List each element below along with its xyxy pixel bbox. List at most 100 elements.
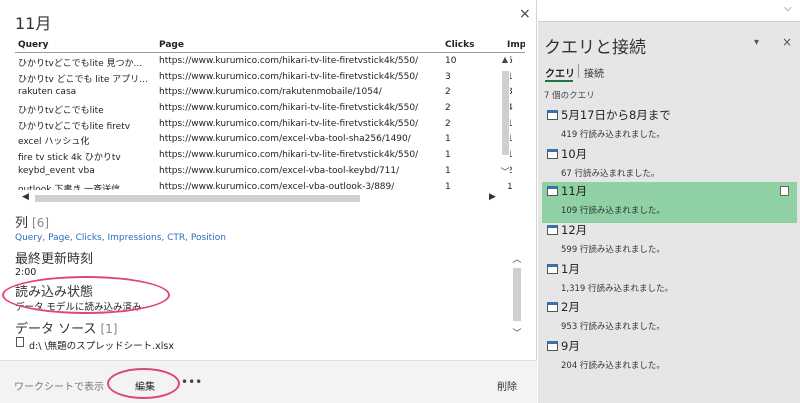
table-row: ひかりtvどこでもlite https://www.kurumico.com/hi…	[15, 101, 515, 117]
columns-section-heading: 列 [6]	[15, 212, 49, 231]
query-item[interactable]: 10月 67 行読み込まれました。	[542, 145, 797, 186]
table-row: outlook 下書き 一斉送信 https://www.kurumico.com…	[15, 180, 515, 191]
file-icon	[16, 337, 24, 347]
table-row: rakuten casa https://www.kurumico.com/rak…	[15, 85, 515, 101]
scroll-up-icon[interactable]: ︿	[511, 252, 523, 265]
column-header-page: Page	[159, 40, 184, 50]
query-name: 5月17日から8月まで	[561, 108, 671, 122]
ribbon-edge: ⌵	[538, 0, 800, 22]
cell-clicks: 1	[445, 181, 451, 191]
cell-query: keybd_event vba	[18, 165, 95, 176]
details-scrollbar[interactable]: ︿ ﹀	[511, 252, 523, 340]
last-refresh-label: 最終更新時刻	[15, 252, 94, 267]
query-rows-loaded: 419 行読み込まれました。	[561, 130, 665, 140]
cell-page: https://www.kurumico.com/hikari-tv-lite-…	[159, 71, 419, 82]
grid-vertical-scrollbar[interactable]: ▲ ﹀	[500, 55, 510, 183]
close-icon[interactable]: ×	[519, 6, 531, 22]
query-item[interactable]: 2月 953 行読み込まれました。	[542, 298, 797, 339]
query-name: 1月	[561, 262, 580, 276]
query-name: 12月	[561, 223, 588, 237]
edit-query-icon[interactable]	[780, 186, 789, 196]
cell-query: fire tv stick 4k ひかりtv	[18, 153, 121, 164]
last-refresh-value: 2:00	[15, 267, 37, 278]
cell-clicks: 10	[445, 56, 457, 66]
query-name: 10月	[561, 147, 588, 161]
cell-query: ひかりtvどこでもlite 見つか...	[18, 59, 143, 69]
grid-horizontal-scrollbar[interactable]: ◀ ▶	[15, 192, 525, 204]
queries-connections-pane: ⌵ クエリと接続 ▾ × クエリ 接続 7 個のクエリ 5月17日から8月まで …	[538, 0, 800, 403]
scroll-left-icon[interactable]: ◀	[22, 192, 29, 202]
cell-page: https://www.kurumico.com/hikari-tv-lite-…	[159, 150, 419, 161]
cell-query: ひかりtvどこでもlite firetv	[18, 121, 131, 132]
cell-page: https://www.kurumico.com/excel-vba-tool-…	[159, 134, 411, 145]
grid-header: Query Page Clicks Imp	[15, 37, 525, 53]
column-header-query: Query	[18, 40, 49, 50]
query-rows-loaded: 204 行読み込まれました。	[561, 361, 665, 371]
query-count: 7 個のクエリ	[544, 91, 595, 101]
scroll-right-icon[interactable]: ▶	[489, 192, 496, 202]
query-item-selected[interactable]: 11月 109 行読み込まれました。	[542, 182, 797, 223]
data-source-file: d:\ \無題のスプレッドシート.xlsx	[29, 341, 175, 350]
table-icon	[547, 149, 558, 159]
cell-clicks: 1	[445, 165, 451, 176]
table-icon	[547, 110, 558, 120]
query-item[interactable]: 9月 204 行読み込まれました。	[542, 337, 797, 378]
query-name: 11月	[561, 184, 588, 198]
column-names-link[interactable]: Query, Page, Clicks, Impressions, CTR, P…	[15, 233, 226, 243]
pane-options-icon[interactable]: ▾	[754, 37, 759, 48]
query-rows-loaded: 953 行読み込まれました。	[561, 322, 665, 332]
table-row: excel ハッシュ化 https://www.kurumico.com/exce…	[15, 132, 515, 148]
data-source-count: [1]	[100, 322, 118, 336]
query-item[interactable]: 12月 599 行読み込まれました。	[542, 221, 797, 262]
data-source-label: データ ソース	[15, 322, 97, 337]
query-item[interactable]: 5月17日から8月まで 419 行読み込まれました。	[542, 106, 797, 147]
table-icon	[547, 302, 558, 312]
preview-footer: ワークシートで表示 編集 ••• 削除	[0, 360, 537, 403]
cell-query: ひかりtvどこでもlite	[18, 106, 104, 117]
columns-count: [6]	[32, 216, 50, 230]
highlight-ring-edit	[107, 368, 180, 399]
scroll-thumb[interactable]	[513, 268, 521, 321]
query-item[interactable]: 1月 1,319 行読み込まれました。	[542, 260, 797, 301]
delete-button[interactable]: 削除	[497, 378, 517, 393]
table-icon	[547, 225, 558, 235]
query-rows-loaded: 1,319 行読み込まれました。	[561, 284, 674, 294]
tab-connections[interactable]: 接続	[584, 65, 604, 80]
pane-close-icon[interactable]: ×	[782, 35, 792, 49]
cell-page: https://www.kurumico.com/hikari-tv-lite-…	[159, 56, 419, 66]
query-preview-card: 11月 × Query Page Clicks Imp ひかりtvどこでもlit…	[0, 0, 537, 403]
highlight-ring-load-status	[2, 276, 170, 314]
query-name: 9月	[561, 339, 580, 353]
scroll-thumb[interactable]	[502, 71, 509, 155]
scroll-down-icon[interactable]: ﹀	[511, 326, 523, 339]
cell-query: excel ハッシュ化	[18, 137, 90, 148]
column-header-clicks: Clicks	[445, 40, 475, 50]
table-row: keybd_event vba https://www.kurumico.com/…	[15, 164, 515, 180]
pane-title: クエリと接続	[544, 38, 646, 58]
scroll-down-icon[interactable]: ﹀	[500, 167, 510, 179]
cell-clicks: 2	[445, 118, 451, 129]
query-rows-loaded: 109 行読み込まれました。	[561, 206, 665, 216]
query-rows-loaded: 599 行読み込まれました。	[561, 245, 665, 255]
table-icon	[547, 341, 558, 351]
column-header-imp: Imp	[507, 40, 525, 50]
tab-queries[interactable]: クエリ	[545, 65, 575, 82]
table-icon	[547, 264, 558, 274]
tab-divider	[578, 64, 579, 78]
cell-query: rakuten casa	[18, 87, 77, 98]
query-name: 2月	[561, 300, 580, 314]
table-row: fire tv stick 4k ひかりtv https://www.kurumi…	[15, 148, 515, 164]
more-options-icon[interactable]: •••	[181, 375, 202, 389]
table-row: ひかりtvどこでもlite 見つか... https://www.kurumico…	[15, 54, 515, 70]
grid-body: ひかりtvどこでもlite 見つか... https://www.kurumico…	[15, 54, 515, 190]
preview-grid: Query Page Clicks Imp ひかりtvどこでもlite 見つか.…	[15, 37, 525, 205]
scroll-thumb[interactable]	[35, 195, 360, 202]
chevron-down-icon[interactable]: ⌵	[784, 3, 792, 14]
cell-clicks: 1	[445, 134, 451, 145]
cell-clicks: 2	[445, 87, 451, 98]
cell-query: outlook 下書き 一斉送信	[18, 184, 121, 191]
view-in-worksheet-button[interactable]: ワークシートで表示	[14, 378, 104, 393]
scroll-up-icon[interactable]: ▲	[500, 55, 510, 65]
data-source-heading: データ ソース [1]	[15, 318, 117, 337]
columns-label: 列	[15, 216, 29, 231]
